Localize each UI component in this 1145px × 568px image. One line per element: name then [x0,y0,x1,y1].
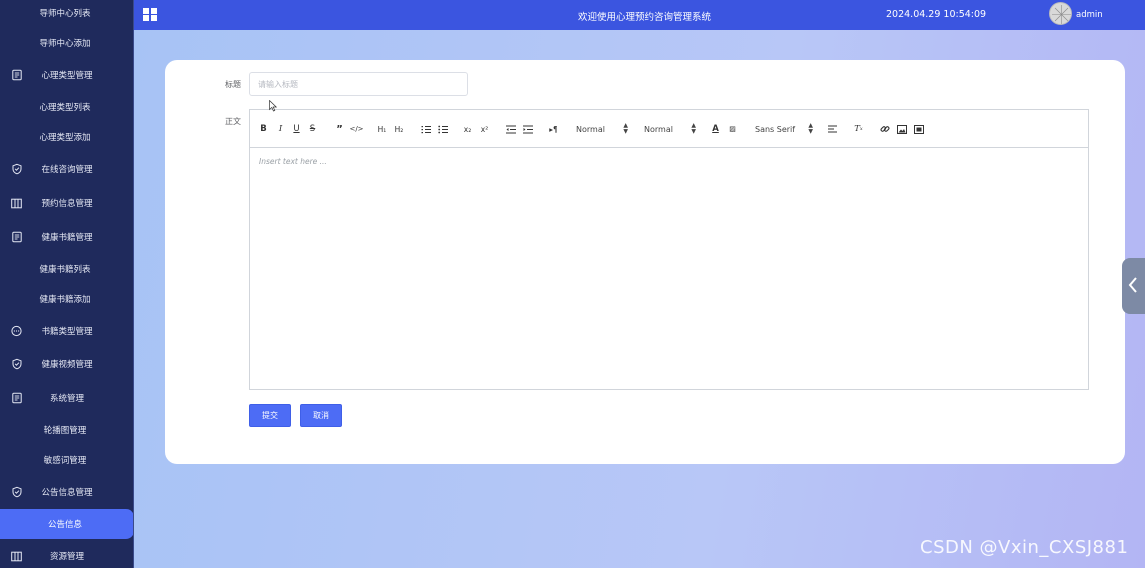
sidebar: 导师中心列表 导师中心添加 心理类型管理 心理类型列表 心理类型添加 在线咨询管理 预约信息… [0,0,134,568]
watermark: CSDN @Vxin_CXSJ881 [920,537,1129,558]
editor-placeholder: Insert text here ... [259,157,327,166]
sidebar-item[interactable]: 轮播图管理 [0,415,133,445]
sidebar-item-label: 预约信息管理 [41,199,93,209]
bullet-list-icon[interactable] [437,122,448,136]
editor-toolbar: B I U S ” </> H₁ H₂ x₂ x² ▸¶ Normal ▲ ▼ … [250,110,1088,148]
sidebar-item-label: 敏感词管理 [43,456,87,466]
submit-button[interactable]: 提交 [249,404,291,427]
top-bar: 欢迎使用心理预约咨询管理系统 2024.04.29 10:54:09 admin [134,0,1145,30]
content-label: 正文 [225,117,241,126]
code-block-icon[interactable]: </> [349,122,363,136]
main-area: 标题 正文 B I U S ” </> H₁ H₂ x₂ x² [134,30,1145,568]
superscript-icon[interactable]: x² [479,122,490,136]
sidebar-item-label: 在线咨询管理 [41,165,93,175]
form-card: 标题 正文 B I U S ” </> H₁ H₂ x₂ x² [165,60,1125,464]
header-select-value: Normal [576,124,605,134]
mouse-cursor-icon [269,100,277,112]
text-color-icon[interactable]: A [710,122,721,136]
sidebar-item[interactable]: 导师中心添加 [0,28,133,58]
font-select[interactable]: Sans Serif ▲ ▼ [755,122,813,136]
header-2-icon[interactable]: H₂ [393,122,405,136]
sidebar-item[interactable]: 公告信息 [0,509,133,539]
editor-body[interactable]: Insert text here ... [250,149,1088,389]
sidebar-item-label: 健康书籍管理 [41,233,93,243]
outdent-icon[interactable] [505,122,516,136]
sidebar-item[interactable]: 公告信息管理 [0,477,133,507]
strike-icon[interactable]: S [308,122,317,136]
font-select-value: Sans Serif [755,124,796,134]
background-color-icon[interactable]: ▨ [727,122,738,136]
chevron-left-icon [1128,277,1137,293]
sidebar-item[interactable]: 敏感词管理 [0,445,133,475]
select-arrow-icon: ▲ ▼ [808,122,813,135]
sidebar-item-label: 心理类型管理 [41,71,93,81]
header-select[interactable]: Normal ▲ ▼ [576,122,628,136]
video-icon[interactable] [913,122,924,136]
indent-icon[interactable] [522,122,533,136]
username[interactable]: admin [1076,10,1103,20]
sidebar-item-label: 心理类型列表 [39,103,91,113]
sidebar-item[interactable]: 书籍类型管理 [0,316,133,346]
link-icon[interactable] [879,122,890,136]
sidebar-item[interactable]: 健康书籍管理 [0,222,133,252]
header-1-icon[interactable]: H₁ [376,122,388,136]
grid-icon[interactable] [143,8,157,21]
text-direction-icon[interactable]: ▸¶ [548,122,559,136]
rich-text-editor: B I U S ” </> H₁ H₂ x₂ x² ▸¶ Normal ▲ ▼ … [249,109,1089,390]
sidebar-item[interactable]: 健康视频管理 [0,349,133,379]
ordered-list-icon[interactable] [420,122,431,136]
italic-icon[interactable]: I [276,122,285,136]
sidebar-item[interactable]: 预约信息管理 [0,188,133,218]
sidebar-item[interactable]: 心理类型添加 [0,122,133,152]
datetime: 2024.04.29 10:54:09 [886,9,987,20]
sidebar-item[interactable]: 健康书籍添加 [0,284,133,314]
sidebar-item[interactable]: 心理类型管理 [0,60,133,90]
sidebar-item-label: 健康书籍列表 [39,265,91,275]
sidebar-item-label: 心理类型添加 [39,133,91,143]
sidebar-item-label: 轮播图管理 [43,426,87,436]
title-input[interactable] [249,72,468,96]
select-arrow-icon: ▲ ▼ [623,122,628,135]
select-arrow-icon: ▲ ▼ [691,122,696,135]
avatar[interactable] [1049,2,1072,25]
sidebar-item[interactable]: 心理类型列表 [0,92,133,122]
app-title: 欢迎使用心理预约咨询管理系统 [578,12,712,23]
sidebar-item-label: 系统管理 [49,394,84,404]
sidebar-item-label: 资源管理 [49,552,84,562]
side-drawer-toggle[interactable] [1122,258,1145,314]
sidebar-item-label: 健康书籍添加 [39,295,91,305]
sidebar-item[interactable]: 健康书籍列表 [0,254,133,284]
size-select[interactable]: Normal ▲ ▼ [644,122,696,136]
sidebar-item[interactable]: 系统管理 [0,383,133,413]
align-icon[interactable] [827,122,838,136]
sidebar-item-label: 公告信息管理 [41,488,93,498]
title-label: 标题 [225,80,241,89]
sidebar-item[interactable]: 资源管理 [0,541,133,568]
sidebar-item-label: 书籍类型管理 [41,327,93,337]
bold-icon[interactable]: B [259,122,268,136]
size-select-value: Normal [644,124,673,134]
blockquote-icon[interactable]: ” [334,122,345,136]
avatar-icon [1050,3,1071,24]
clear-format-icon[interactable]: Tx [853,122,864,136]
sidebar-item-label: 导师中心列表 [39,9,91,19]
cancel-button[interactable]: 取消 [300,404,342,427]
sidebar-item-label: 公告信息 [47,520,82,530]
subscript-icon[interactable]: x₂ [462,122,473,136]
sidebar-item-label: 导师中心添加 [39,39,91,49]
sidebar-item[interactable]: 导师中心列表 [0,0,133,28]
image-icon[interactable] [896,122,907,136]
underline-icon[interactable]: U [292,122,301,136]
sidebar-item[interactable]: 在线咨询管理 [0,154,133,184]
sidebar-item-label: 健康视频管理 [41,360,93,370]
